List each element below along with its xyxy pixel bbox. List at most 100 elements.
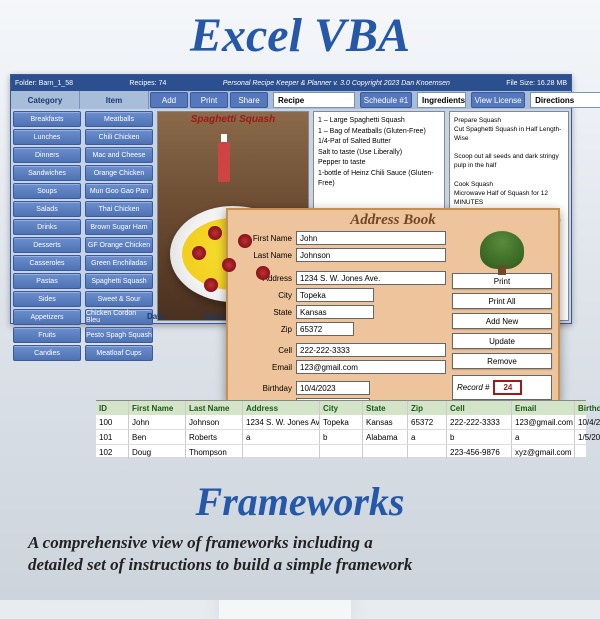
direction-line: Microwave Half of Squash for 12 MINUTES — [454, 189, 564, 207]
direction-line — [454, 171, 564, 180]
cell-label: Cell — [234, 346, 296, 355]
update-button[interactable]: Update — [452, 333, 552, 349]
address-field[interactable]: 1234 S. W. Jones Ave. — [296, 271, 446, 285]
share-button[interactable]: Share — [230, 92, 268, 108]
table-header-cell: Birthday — [575, 401, 600, 415]
category-button[interactable]: Lunches — [13, 129, 81, 145]
item-button[interactable]: Green Enchiladas — [85, 255, 153, 271]
item-button[interactable]: Thai Chicken — [85, 201, 153, 217]
table-cell: a — [243, 430, 320, 444]
table-cell: 10/4/2023 — [575, 415, 600, 429]
category-button[interactable]: Pastas — [13, 273, 81, 289]
table-cell: Johnson — [186, 415, 243, 429]
date-label: Date — [147, 312, 164, 321]
category-button[interactable]: Salads — [13, 201, 81, 217]
table-cell: b — [320, 430, 363, 444]
add-button[interactable]: Add — [150, 92, 188, 108]
records-table: IDFirst NameLast NameAddressCityStateZip… — [96, 400, 586, 457]
bottom-bar: Date Notes — [147, 309, 227, 323]
category-button[interactable]: Breakfasts — [13, 111, 81, 127]
direction-line: Prepare Squash — [454, 116, 564, 125]
category-button[interactable]: Casseroles — [13, 255, 81, 271]
lastname-field[interactable]: Johnson — [296, 248, 446, 262]
category-button[interactable]: Desserts — [13, 237, 81, 253]
recipe-name: Spaghetti Squash — [158, 114, 308, 125]
table-header-cell: ID — [96, 401, 129, 415]
ingredient-line: 1 – Large Spaghetti Squash — [318, 116, 440, 127]
item-button[interactable]: Chili Chicken — [85, 129, 153, 145]
table-cell: Topeka — [320, 415, 363, 429]
tagline-1: A comprehensive view of frameworks inclu… — [28, 532, 572, 554]
record-number-value: 24 — [493, 380, 522, 395]
view-license-button[interactable]: View License — [471, 92, 525, 108]
table-cell: 100 — [96, 415, 129, 429]
item-button[interactable]: Mun Goo Gao Pan — [85, 183, 153, 199]
print-button[interactable]: Print — [452, 273, 552, 289]
lastname-label: Last Name — [234, 251, 296, 260]
category-button[interactable]: Sandwiches — [13, 165, 81, 181]
item-button[interactable]: GF Orange Chicken — [85, 237, 153, 253]
filesize-label: File Size: 16.28 MB — [506, 80, 567, 87]
ingredient-line: 1-bottle of Heinz Chili Sauce (Gluten-Fr… — [318, 169, 440, 190]
item-button[interactable]: Chicken Cordon Bleu — [85, 309, 153, 325]
direction-line: Cut Spaghetti Squash in Half Length-Wise — [454, 125, 564, 143]
table-cell — [408, 445, 447, 459]
item-header: Item — [80, 91, 149, 109]
zip-field[interactable]: 65372 — [296, 322, 354, 336]
item-button[interactable]: Meatloaf Cups — [85, 345, 153, 361]
table-header-cell: Cell — [447, 401, 512, 415]
category-button[interactable]: Sides — [13, 291, 81, 307]
printall-button[interactable]: Print All — [452, 293, 552, 309]
table-cell: John — [129, 415, 186, 429]
firstname-field[interactable]: John — [296, 231, 446, 245]
table-header-cell: First Name — [129, 401, 186, 415]
item-button[interactable]: Meatballs — [85, 111, 153, 127]
category-list: Breakfasts Lunches Dinners Sandwiches Soups S… — [11, 109, 83, 323]
category-button[interactable]: Dinners — [13, 147, 81, 163]
table-cell: Ben — [129, 430, 186, 444]
item-button[interactable]: Brown Sugar Ham — [85, 219, 153, 235]
table-cell: a — [408, 430, 447, 444]
table-cell: Thompson — [186, 445, 243, 459]
table-cell: 223-456-9876 — [447, 445, 512, 459]
ingredient-line: Salt to taste (Use Liberally) — [318, 148, 440, 159]
item-button[interactable]: Mac and Cheese — [85, 147, 153, 163]
state-field[interactable]: Kansas — [296, 305, 374, 319]
item-list: Meatballs Chili Chicken Mac and Cheese Oran… — [83, 109, 155, 323]
table-header-cell: City — [320, 401, 363, 415]
category-button[interactable]: Candies — [13, 345, 81, 361]
item-button[interactable]: Pesto Spagh Squash — [85, 327, 153, 343]
table-cell: xyz@gmail.com — [512, 445, 575, 459]
table-cell — [243, 445, 320, 459]
ingredients-header: Ingredients — [417, 92, 466, 108]
category-header: Category — [11, 91, 80, 109]
toolbar: Category Item Add Print Share Recipe Sch… — [11, 91, 571, 109]
table-cell: 1234 S. W. Jones Ave. — [243, 415, 320, 429]
schedule-button[interactable]: Schedule #1 — [360, 92, 412, 108]
birthday-field[interactable]: 10/4/2023 — [296, 381, 370, 395]
app-title: Personal Recipe Keeper & Planner v. 3.0 … — [223, 80, 450, 87]
remove-button[interactable]: Remove — [452, 353, 552, 369]
ingredient-line: Pepper to taste — [318, 158, 440, 169]
cell-field[interactable]: 222-222-3333 — [296, 343, 446, 357]
folder-label: Folder: Barn_1_58 — [15, 80, 73, 87]
category-button[interactable]: Drinks — [13, 219, 81, 235]
category-button[interactable]: Fruits — [13, 327, 81, 343]
table-header-cell: Last Name — [186, 401, 243, 415]
item-button[interactable]: Sweet & Sour — [85, 291, 153, 307]
table-cell: a — [512, 430, 575, 444]
category-button[interactable]: Appetizers — [13, 309, 81, 325]
addnew-button[interactable]: Add New — [452, 313, 552, 329]
category-button[interactable]: Soups — [13, 183, 81, 199]
item-button[interactable]: Spaghetti Squash — [85, 273, 153, 289]
notes-label: Notes — [204, 312, 226, 321]
city-label: City — [234, 291, 296, 300]
city-field[interactable]: Topeka — [296, 288, 374, 302]
recipe-header: Recipe — [273, 92, 355, 108]
email-field[interactable]: 123@gmail.com — [296, 360, 446, 374]
item-button[interactable]: Orange Chicken — [85, 165, 153, 181]
record-number-box: Record #24 — [452, 375, 552, 400]
table-cell — [575, 445, 600, 459]
print-button[interactable]: Print — [190, 92, 228, 108]
table-header-cell: Email — [512, 401, 575, 415]
